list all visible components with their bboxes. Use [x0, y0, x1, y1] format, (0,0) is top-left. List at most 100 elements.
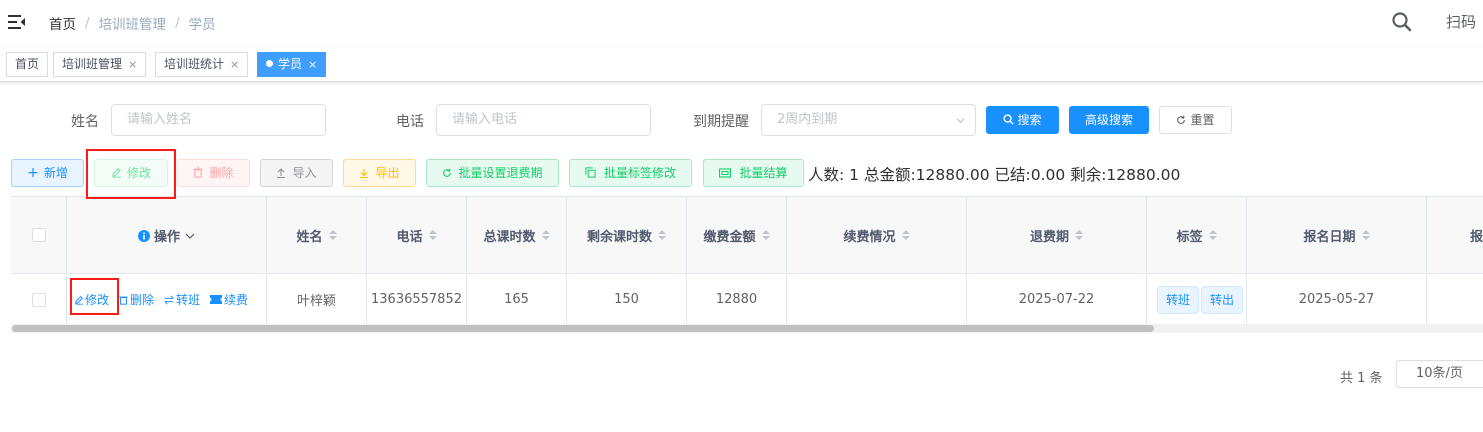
row-name: 叶梓颖 [296, 294, 336, 309]
batch-refund-label: 批量设置退费期 [458, 166, 543, 180]
breadcrumb-separator: / [175, 15, 180, 31]
tag-student[interactable]: 学员 × [257, 52, 327, 77]
row-next-cell [1427, 275, 1483, 324]
row-fee-cell: 12880 [687, 275, 787, 324]
header-tag-label: 标签 [1176, 229, 1203, 245]
tag-training-stats[interactable]: 培训班统计 × [155, 52, 249, 77]
header-signup-date[interactable]: 报名日期 [1247, 197, 1427, 273]
tag-training-manage[interactable]: 培训班管理 × [53, 52, 147, 77]
sort-icon[interactable] [1208, 229, 1217, 241]
row-transfer-label: 转班 [176, 293, 201, 307]
row-delete-link[interactable]: 删除 [119, 291, 154, 308]
row-delete-label: 删除 [130, 293, 155, 307]
batch-refund-button[interactable]: 批量设置退费期 [426, 159, 559, 187]
row-tag-transfer: 转班 [1157, 285, 1200, 314]
batch-tag-button[interactable]: 批量标签修改 [569, 159, 692, 187]
ticket-icon [210, 295, 223, 304]
header-refund-date[interactable]: 退费期 [967, 197, 1147, 273]
close-icon[interactable]: × [308, 58, 317, 71]
trash-icon [119, 296, 128, 305]
refresh-icon [443, 168, 452, 177]
header-op: 操作 [67, 197, 267, 273]
tags-view: 首页 培训班管理 × 培训班统计 × 学员 × [0, 47, 1483, 82]
expire-select[interactable]: 2周内到期 [761, 104, 976, 136]
row-phone-cell: 13636557852 [367, 275, 467, 324]
sort-icon[interactable] [1361, 229, 1370, 241]
header-name[interactable]: 姓名 [267, 197, 367, 273]
search-button[interactable]: 搜索 [986, 106, 1059, 134]
tag-label: 培训班统计 [164, 57, 225, 71]
scrollbar-thumb[interactable] [12, 325, 1154, 332]
import-button[interactable]: 导入 [260, 159, 333, 187]
header-phone[interactable]: 电话 [367, 197, 467, 273]
header-name-label: 姓名 [296, 229, 323, 245]
breadcrumb-current: 学员 [188, 17, 216, 33]
sort-icon[interactable] [328, 229, 337, 241]
breadcrumb-training[interactable]: 培训班管理 [99, 13, 167, 33]
reset-button[interactable]: 重置 [1159, 106, 1232, 134]
tag-label: 首页 [15, 57, 40, 71]
row-name-cell: 叶梓颖 [267, 275, 367, 324]
header-renew-label: 续费情况 [843, 229, 896, 245]
header-next-label: 报 [1470, 229, 1483, 245]
page-size-select[interactable]: 10条/页 [1396, 360, 1483, 388]
row-tag-cell: 转班 转出 [1147, 275, 1247, 324]
sort-icon[interactable] [1075, 229, 1083, 241]
add-button[interactable]: + 新增 [11, 159, 84, 187]
header-remain-hours-label: 剩余课时数 [586, 229, 652, 245]
header-refund-date-label: 退费期 [1029, 229, 1069, 245]
header-remain-hours[interactable]: 剩余课时数 [567, 197, 687, 273]
row-renew-label: 续费 [224, 293, 249, 307]
row-refund-date: 2025-07-22 [1018, 292, 1095, 307]
export-button-label: 导出 [375, 166, 400, 180]
table-row: 修改 删除 转班 续费 叶梓颖 13636557852 165 150 1288… [11, 275, 1483, 324]
sort-icon[interactable] [428, 229, 437, 241]
export-button[interactable]: 导出 [343, 159, 416, 187]
close-icon[interactable]: × [230, 58, 239, 71]
row-total-hours-cell: 165 [467, 275, 567, 324]
delete-button-label: 删除 [209, 166, 234, 180]
phone-input[interactable]: 请输入电话 [436, 104, 651, 136]
chevron-down-icon[interactable] [185, 231, 195, 241]
sort-icon[interactable] [541, 229, 550, 241]
tag-home[interactable]: 首页 [6, 52, 49, 77]
advanced-search-button[interactable]: 高级搜索 [1069, 106, 1149, 134]
header-op-wrap: 操作 [137, 226, 195, 245]
name-input[interactable]: 请输入姓名 [111, 104, 326, 136]
expire-select-value: 2周内到期 [777, 112, 838, 127]
hamburger-icon[interactable] [8, 13, 26, 31]
add-button-label: 新增 [43, 166, 68, 180]
plus-icon: + [27, 165, 39, 181]
row-phone: 13636557852 [371, 292, 462, 307]
sort-icon[interactable] [658, 229, 666, 241]
breadcrumb-home[interactable]: 首页 [49, 13, 76, 33]
header-renew[interactable]: 续费情况 [787, 197, 967, 273]
sort-icon[interactable] [901, 229, 910, 241]
search-button-label: 搜索 [1017, 113, 1042, 127]
name-label: 姓名 [71, 114, 99, 130]
horizontal-scrollbar[interactable] [11, 324, 1483, 333]
select-all-checkbox[interactable] [31, 228, 46, 242]
upload-icon [277, 168, 286, 179]
batch-settle-label: 批量结算 [739, 166, 788, 180]
header-total-hours[interactable]: 总课时数 [467, 197, 567, 273]
search-icon[interactable] [1391, 11, 1413, 33]
header-signup-date-label: 报名日期 [1303, 229, 1356, 245]
delete-button[interactable]: 删除 [177, 159, 250, 187]
navbar: 首页 / 培训班管理 / 学员 扫码 [0, 0, 1483, 46]
scan-code-label[interactable]: 扫码 [1446, 11, 1476, 32]
row-renew-link[interactable]: 续费 [210, 291, 248, 308]
sort-icon[interactable] [761, 229, 770, 241]
pagination-total: 共 1 条 [1340, 371, 1383, 386]
header-next[interactable]: 报 [1427, 197, 1483, 273]
row-transfer-link[interactable]: 转班 [164, 291, 200, 308]
batch-settle-button[interactable]: 批量结算 [703, 159, 804, 187]
header-tag[interactable]: 标签 [1147, 197, 1247, 273]
header-select-cell [11, 197, 67, 273]
highlight-box-edit-button [86, 149, 176, 199]
row-signup-date: 2025-05-27 [1298, 292, 1375, 307]
header-fee[interactable]: 缴费金额 [687, 197, 787, 273]
row-checkbox[interactable] [31, 292, 46, 307]
close-icon[interactable]: × [128, 58, 137, 71]
tag-label: 培训班管理 [62, 57, 123, 71]
